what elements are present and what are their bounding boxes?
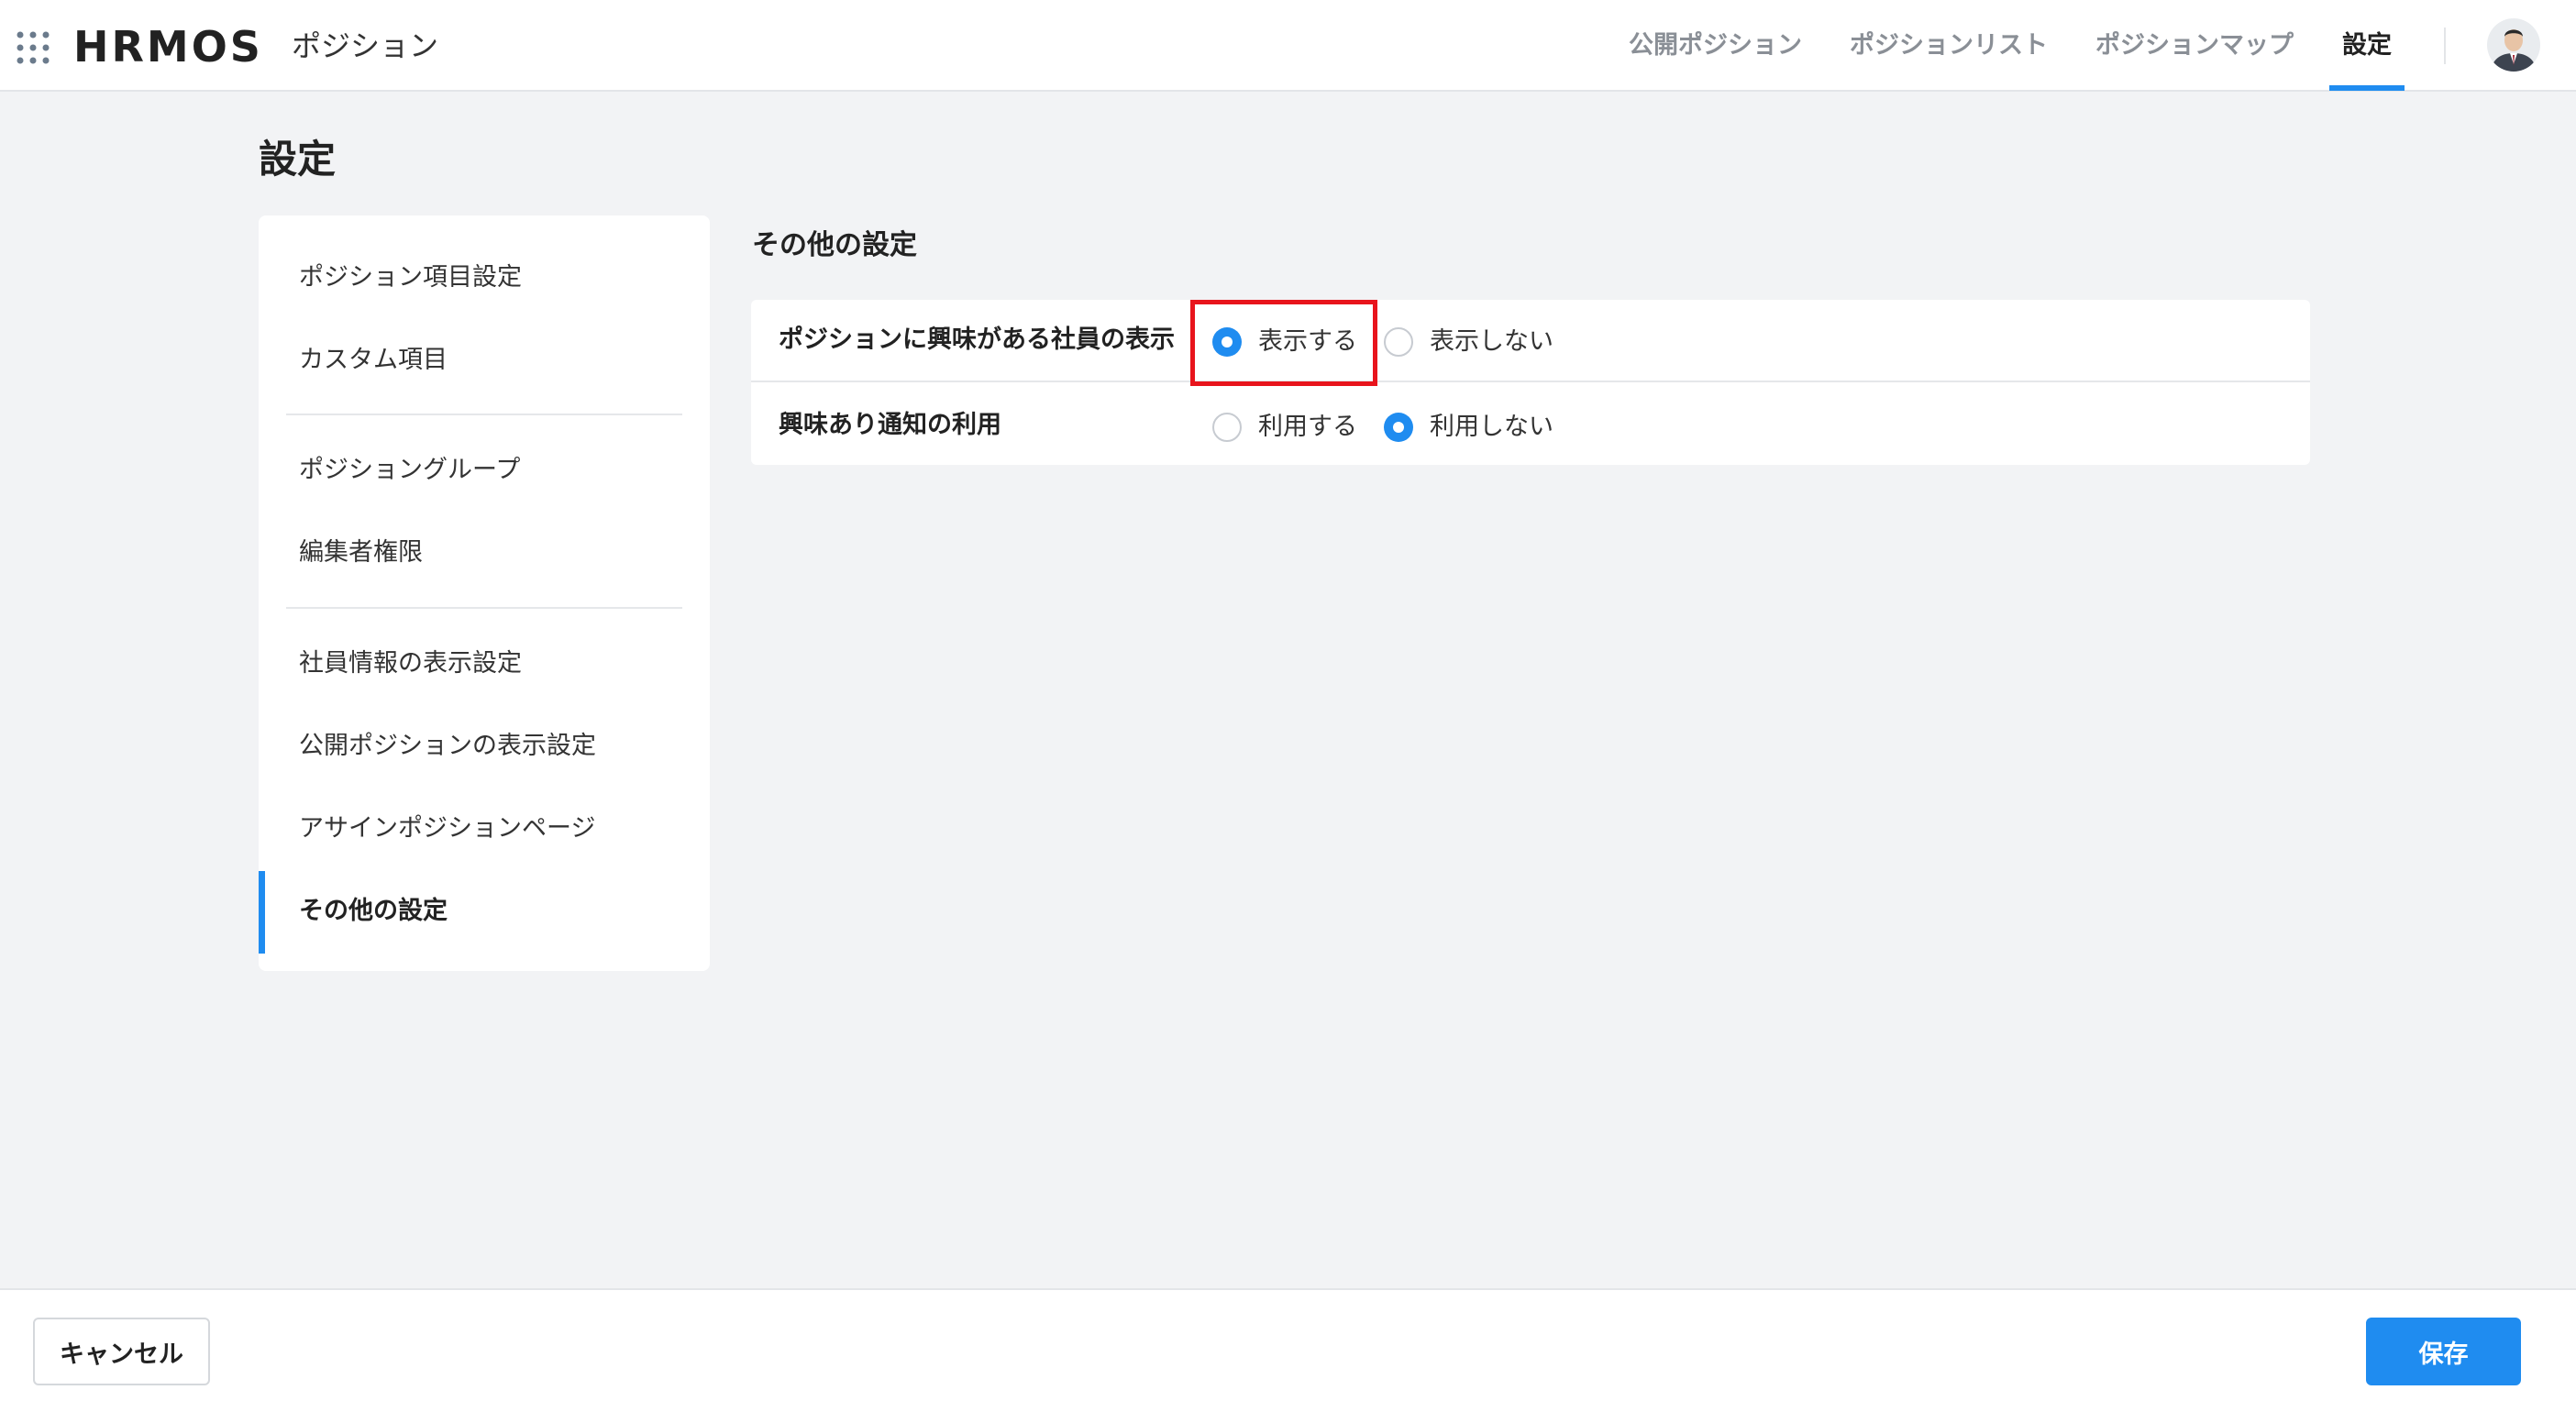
sidebar-divider (286, 607, 682, 609)
radio-option-show[interactable]: 表示する (1212, 324, 1357, 360)
hrmos-logo[interactable]: HRMOS (73, 18, 271, 70)
user-avatar[interactable] (2487, 18, 2540, 72)
nav-active-indicator (2329, 85, 2405, 91)
settings-sidebar: ポジション項目設定 カスタム項目 ポジショングループ 編集者権限 社員情報の表示… (259, 215, 710, 971)
sidebar-divider (286, 414, 682, 415)
save-button[interactable]: 保存 (2366, 1318, 2521, 1385)
radio-option-hide[interactable]: 表示しない (1384, 324, 1553, 360)
radio-option-not-use[interactable]: 利用しない (1384, 409, 1553, 446)
radio-button[interactable] (1212, 413, 1242, 442)
nav-settings[interactable]: 設定 (2342, 28, 2392, 64)
top-header: HRMOS ポジション 公開ポジション ポジションリスト ポジションマップ 設定 (0, 0, 2576, 92)
radio-button-checked[interactable] (1384, 413, 1413, 442)
section-title: その他の設定 (752, 229, 917, 261)
sidebar-item-editor-permissions[interactable]: 編集者権限 (299, 535, 423, 571)
sidebar-active-indicator (259, 871, 265, 954)
sidebar-item-other-settings[interactable]: その他の設定 (299, 893, 448, 930)
radio-label[interactable]: 表示する (1258, 324, 1357, 360)
row-divider (751, 381, 2310, 382)
sidebar-item-custom-fields[interactable]: カスタム項目 (299, 342, 448, 379)
radio-option-use[interactable]: 利用する (1212, 409, 1357, 446)
sidebar-item-position-groups[interactable]: ポジショングループ (299, 452, 520, 489)
svg-text:HRMOS: HRMOS (73, 22, 263, 70)
page-title: 設定 (259, 137, 337, 182)
setting-label-interest-notification: 興味あり通知の利用 (779, 411, 1001, 439)
sidebar-item-assign-position-page[interactable]: アサインポジションページ (299, 811, 595, 847)
radio-label[interactable]: 利用する (1258, 409, 1357, 446)
radio-button[interactable] (1384, 327, 1413, 357)
nav-divider (2444, 28, 2446, 64)
sidebar-item-position-fields[interactable]: ポジション項目設定 (299, 259, 522, 296)
settings-card: ポジションに興味がある社員の表示 表示する 表示しない 興味あり通知の利用 利用… (751, 300, 2310, 465)
radio-label[interactable]: 利用しない (1430, 409, 1553, 446)
product-name: ポジション (292, 28, 439, 63)
radio-button-checked[interactable] (1212, 327, 1242, 357)
app-grid-icon[interactable] (15, 29, 51, 66)
cancel-button[interactable]: キャンセル (33, 1318, 210, 1385)
action-footer: キャンセル 保存 (0, 1288, 2576, 1412)
nav-position-map[interactable]: ポジションマップ (2095, 28, 2294, 64)
radio-label[interactable]: 表示しない (1430, 324, 1553, 360)
setting-label-interested-employees: ポジションに興味がある社員の表示 (779, 325, 1175, 354)
sidebar-item-employee-display[interactable]: 社員情報の表示設定 (299, 645, 522, 682)
nav-public-positions[interactable]: 公開ポジション (1629, 28, 1802, 64)
nav-position-list[interactable]: ポジションリスト (1850, 28, 2048, 64)
sidebar-item-public-position-display[interactable]: 公開ポジションの表示設定 (299, 728, 596, 765)
